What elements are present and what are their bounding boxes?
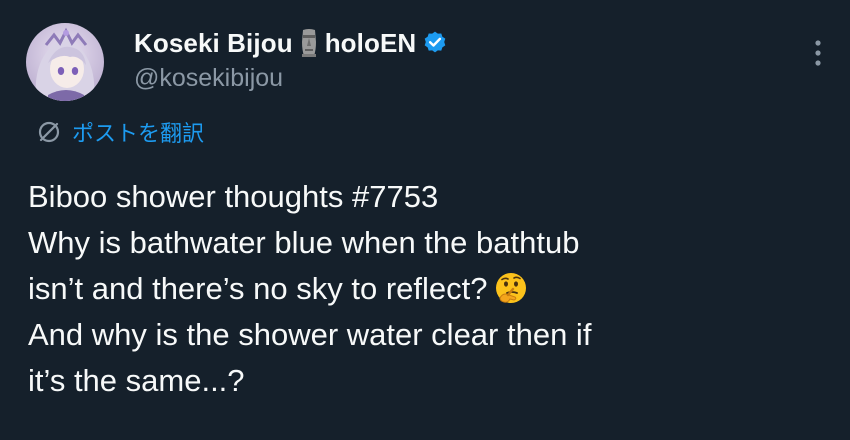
verified-badge-icon[interactable] [422, 30, 448, 56]
post-text-line-3: isn’t and there’s no sky to reflect? [28, 271, 488, 306]
post-text-line-5: it’s the same...? [28, 363, 245, 398]
post-text-line-2: Why is bathwater blue when the bathtub [28, 225, 580, 260]
post-text: Biboo shower thoughts #7753 Why is bathw… [28, 174, 828, 404]
more-options-icon[interactable] [806, 36, 830, 70]
moai-icon [298, 28, 320, 58]
author-name-row[interactable]: Koseki Bijou holoEN [134, 26, 448, 60]
post-text-line-3-wrapper: isn’t and there’s no sky to reflect? [28, 266, 828, 312]
author-name-suffix[interactable]: holoEN [325, 28, 417, 59]
globe-slash-icon [36, 119, 62, 145]
post-text-line-4: And why is the shower water clear then i… [28, 317, 592, 352]
avatar-image [26, 23, 104, 101]
author-display-name[interactable]: Koseki Bijou [134, 28, 293, 59]
thinking-face-icon [494, 271, 528, 305]
post-text-line-1: Biboo shower thoughts #7753 [28, 179, 439, 214]
translate-post-label[interactable]: ポストを翻訳 [72, 116, 204, 148]
post: Koseki Bijou holoEN @kosekibijou ポストを翻訳 … [0, 0, 850, 440]
author-handle[interactable]: @kosekibijou [134, 64, 283, 93]
translate-post-link[interactable]: ポストを翻訳 [36, 117, 204, 147]
author-avatar[interactable] [26, 23, 104, 101]
